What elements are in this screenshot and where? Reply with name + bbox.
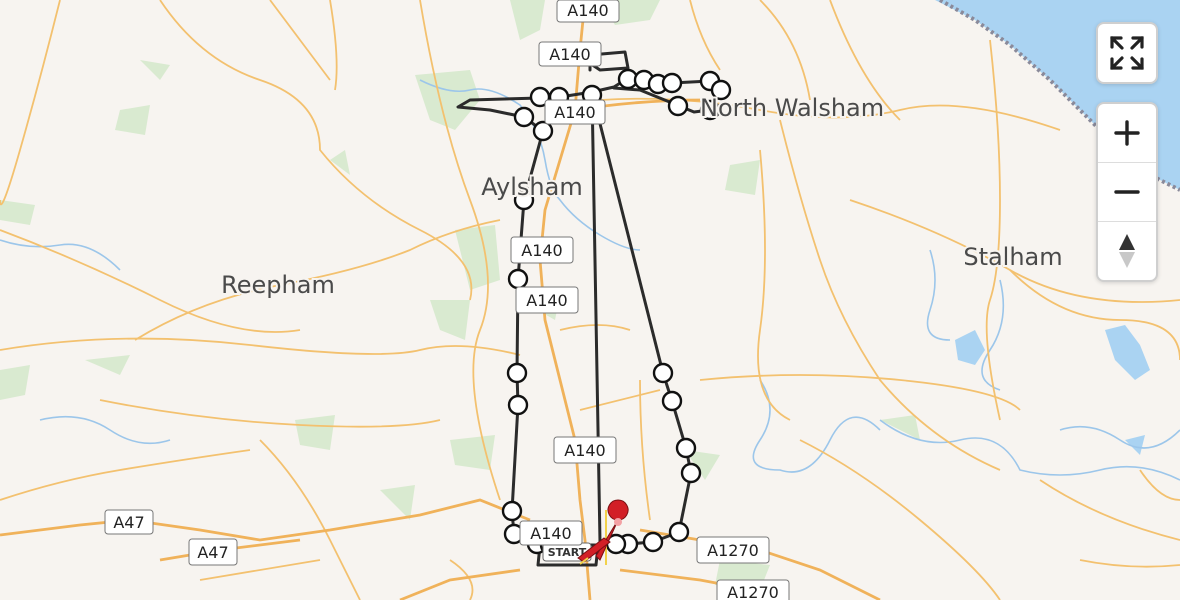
waypoint-marker <box>506 362 528 384</box>
road-shield: A47 <box>188 538 238 566</box>
waypoint-marker <box>661 72 683 94</box>
svg-text:A140: A140 <box>549 45 590 64</box>
waypoint-marker <box>501 500 523 522</box>
waypoint-marker <box>642 531 664 553</box>
svg-text:A140: A140 <box>521 241 562 260</box>
waypoint-marker <box>668 521 690 543</box>
waypoint-marker <box>680 462 702 484</box>
place-label: Reepham <box>221 271 335 299</box>
waypoint-marker <box>675 437 697 459</box>
waypoint-marker <box>532 120 554 142</box>
minus-icon <box>1114 190 1140 194</box>
svg-text:A1270: A1270 <box>707 541 759 560</box>
svg-text:A140: A140 <box>567 1 608 20</box>
svg-text:A140: A140 <box>564 441 605 460</box>
fullscreen-control <box>1096 22 1158 84</box>
road-shield: A140 <box>553 436 617 464</box>
svg-text:A140: A140 <box>554 103 595 122</box>
fullscreen-button[interactable] <box>1098 24 1156 82</box>
waypoint-marker <box>667 95 689 117</box>
road-shield: A140 <box>519 520 583 546</box>
svg-text:A47: A47 <box>113 513 144 532</box>
plus-icon <box>1114 120 1140 146</box>
svg-text:A47: A47 <box>197 543 228 562</box>
waypoint-marker <box>513 106 535 128</box>
road-shield: A140 <box>544 99 606 125</box>
zoom-out-button[interactable] <box>1098 163 1156 221</box>
place-label: Stalham <box>963 243 1062 271</box>
map-canvas[interactable]: START A140 A140 A140 A140 A140 A140 A140… <box>0 0 1180 600</box>
place-label: North Walsham <box>700 94 884 122</box>
svg-text:A1270: A1270 <box>727 583 779 600</box>
waypoint-marker <box>661 390 683 412</box>
zoom-control <box>1096 102 1158 282</box>
zoom-in-button[interactable] <box>1098 104 1156 162</box>
waypoint-marker <box>652 362 674 384</box>
road-shield: A140 <box>515 286 579 314</box>
svg-text:A140: A140 <box>530 524 571 543</box>
road-shield: A47 <box>104 509 154 535</box>
road-shield: A1270 <box>696 536 770 564</box>
reset-bearing-button[interactable] <box>1098 222 1156 280</box>
waypoint-marker <box>507 394 529 416</box>
road-shield: A140 <box>556 0 620 23</box>
road-shield: A1270 <box>716 579 790 600</box>
road-shield: A140 <box>510 236 574 264</box>
road-shield: A140 <box>538 41 602 67</box>
compass-arrow-icon <box>1119 234 1135 268</box>
svg-text:A140: A140 <box>526 291 567 310</box>
place-label: Aylsham <box>481 173 582 201</box>
waypoint-marker <box>507 268 529 290</box>
fullscreen-arrows-icon <box>1110 36 1144 70</box>
